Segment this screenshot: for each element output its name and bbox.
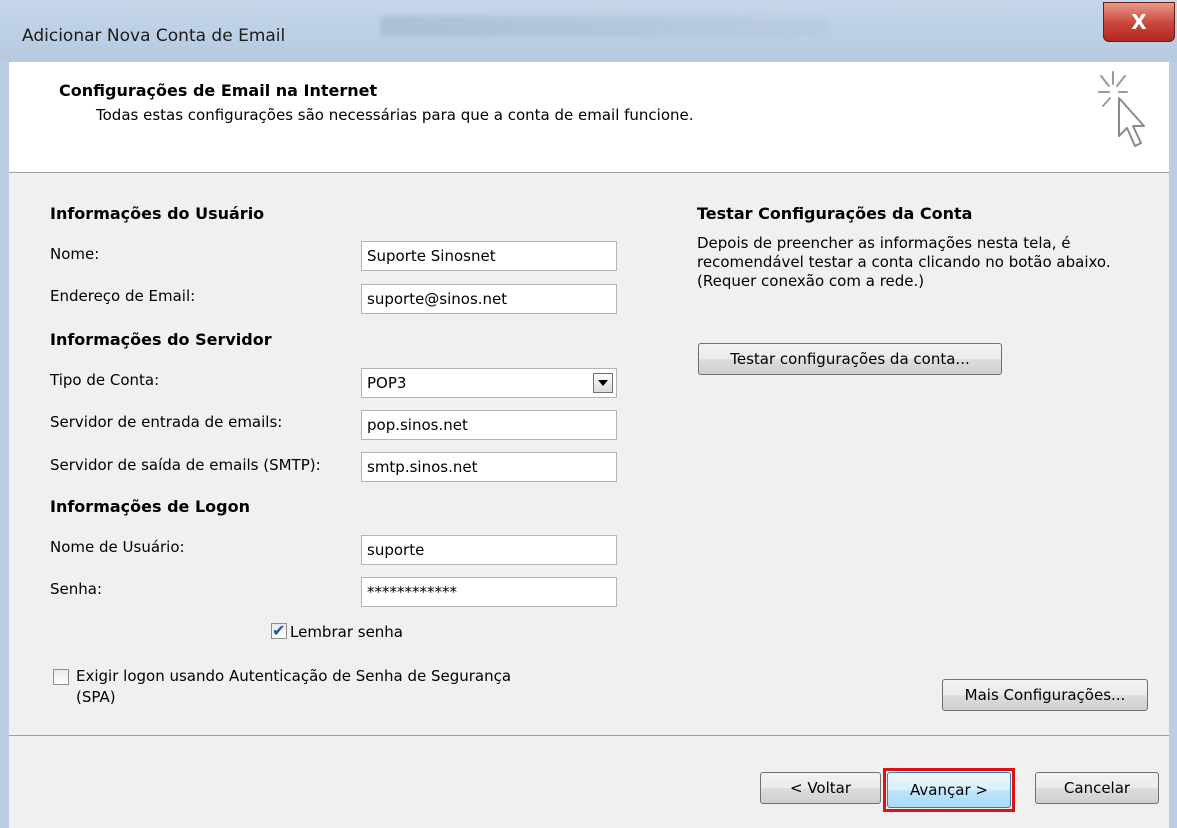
- password-field[interactable]: ************: [361, 577, 617, 607]
- window-frame-left: [0, 62, 9, 828]
- test-desc-line3: (Requer conexão com a rede.): [697, 272, 925, 290]
- test-account-settings-button[interactable]: Testar configurações da conta...: [698, 343, 1002, 375]
- checkmark-icon: ✔: [272, 621, 286, 640]
- server-info-heading: Informações do Servidor: [50, 330, 272, 349]
- dropdown-arrow-button[interactable]: [593, 373, 613, 393]
- window-title: Adicionar Nova Conta de Email: [22, 26, 286, 46]
- wizard-header: Configurações de Email na Internet Todas…: [9, 62, 1169, 173]
- test-desc-line1: Depois de preencher as informações nesta…: [697, 234, 1071, 252]
- remember-password-checkbox[interactable]: ✔: [271, 621, 287, 640]
- test-settings-description: Depois de preencher as informações nesta…: [697, 234, 1157, 291]
- remember-password-label[interactable]: Lembrar senha: [290, 623, 403, 641]
- test-settings-heading: Testar Configurações da Conta: [697, 204, 973, 223]
- window-frame-right: [1169, 62, 1177, 828]
- title-bar[interactable]: Adicionar Nova Conta de Email X: [0, 0, 1177, 62]
- header-subtitle: Todas estas configurações são necessária…: [96, 106, 694, 124]
- header-title: Configurações de Email na Internet: [59, 81, 378, 100]
- add-account-dialog: Adicionar Nova Conta de Email X Configur…: [0, 0, 1177, 828]
- back-button[interactable]: < Voltar: [760, 772, 881, 804]
- close-button[interactable]: X: [1103, 2, 1175, 42]
- outgoing-server-label: Servidor de saída de emails (SMTP):: [50, 456, 321, 474]
- spa-label-line2[interactable]: (SPA): [76, 688, 116, 706]
- email-field[interactable]: suporte@sinos.net: [361, 284, 617, 314]
- close-icon: X: [1131, 10, 1147, 34]
- spa-label-line1[interactable]: Exigir logon usando Autenticação de Senh…: [76, 667, 511, 685]
- cancel-button[interactable]: Cancelar: [1035, 772, 1159, 804]
- outgoing-server-field[interactable]: smtp.sinos.net: [361, 452, 617, 482]
- username-field[interactable]: suporte: [361, 535, 617, 565]
- name-field[interactable]: Suporte Sinosnet: [361, 241, 617, 271]
- chevron-down-icon: [598, 380, 608, 386]
- account-type-select[interactable]: POP3: [361, 368, 617, 398]
- incoming-server-label: Servidor de entrada de emails:: [50, 413, 283, 431]
- next-button-highlight-box: [883, 768, 1015, 812]
- email-label: Endereço de Email:: [50, 287, 196, 305]
- cursor-sparkle-icon: [1098, 71, 1145, 147]
- test-desc-line2: recomendável testar a conta clicando no …: [697, 253, 1111, 271]
- incoming-server-field[interactable]: pop.sinos.net: [361, 410, 617, 440]
- logon-info-heading: Informações de Logon: [50, 497, 250, 516]
- account-type-label: Tipo de Conta:: [50, 371, 160, 389]
- more-settings-button[interactable]: Mais Configurações...: [942, 679, 1148, 711]
- password-label: Senha:: [50, 580, 103, 598]
- blurred-background-region: [380, 16, 830, 36]
- spa-checkbox[interactable]: [53, 669, 69, 685]
- account-type-value: POP3: [367, 374, 407, 392]
- username-label: Nome de Usuário:: [50, 538, 185, 556]
- user-info-heading: Informações do Usuário: [50, 204, 265, 223]
- name-label: Nome:: [50, 245, 100, 263]
